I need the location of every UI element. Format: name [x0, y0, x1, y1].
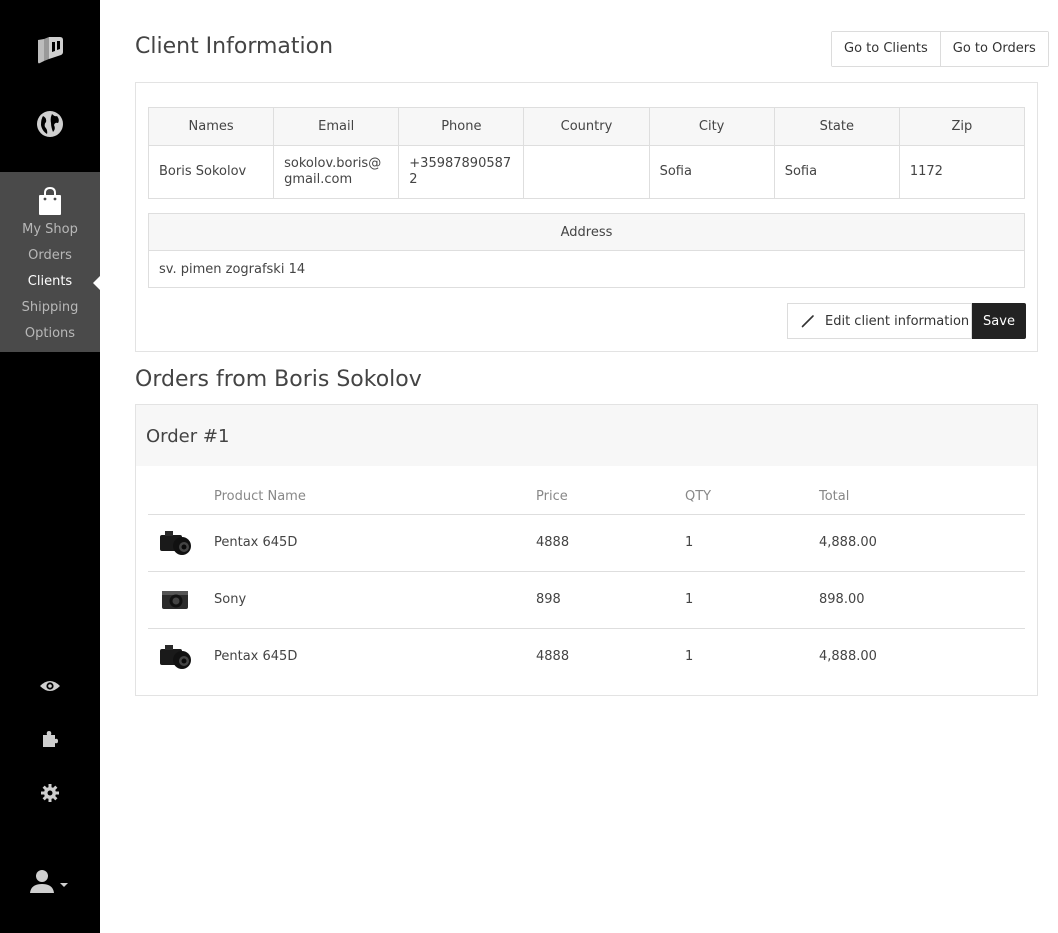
sidebar-item-options[interactable]: Options [0, 325, 100, 343]
column-header-price: Price [536, 480, 685, 515]
product-total: 898.00 [819, 571, 1025, 629]
eye-icon[interactable] [0, 671, 100, 701]
column-header-names: Names [147, 107, 275, 146]
product-price: 898 [536, 571, 685, 629]
client-info-table: Names Email Phone Country City State Zip… [147, 107, 1026, 199]
camera-icon [162, 590, 188, 609]
client-address-table: Address sv. pimen zografski 14 [148, 213, 1025, 288]
order-products-table: Product Name Price QTY Total Pentax 645D… [148, 480, 1025, 685]
go-to-orders-button[interactable]: Go to Orders [939, 32, 1048, 66]
client-info-header-row: Names Email Phone Country City State Zip [147, 107, 1026, 146]
product-name: Sony [214, 571, 536, 629]
product-total: 4,888.00 [819, 649, 877, 665]
table-row[interactable]: Pentax 645D 4888 1 4,888.00 [148, 628, 1025, 685]
product-qty: 1 [685, 649, 694, 665]
client-zip: 1172 [898, 145, 1026, 199]
camera-icon [160, 644, 191, 669]
client-name: Boris Sokolov [147, 145, 275, 199]
puzzle-icon[interactable] [0, 724, 100, 754]
orders-title: Orders from Boris Sokolov [135, 367, 422, 392]
edit-client-button[interactable]: Edit client information [787, 303, 972, 339]
product-total: 4,888.00 [819, 514, 1025, 572]
go-to-clients-button[interactable]: Go to Clients [832, 32, 940, 66]
product-price: 4888 [536, 514, 685, 572]
client-address: sv. pimen zografski 14 [148, 250, 1025, 288]
active-indicator [93, 276, 100, 290]
product-qty: 1 [685, 571, 819, 629]
sidebar-item-clients[interactable]: Clients [0, 273, 100, 291]
column-header-zip: Zip [898, 107, 1026, 146]
column-header-product-name: Product Name [214, 480, 536, 515]
column-header-email: Email [273, 107, 400, 146]
shop-menu: My Shop Orders Clients Shipping Options [0, 172, 100, 352]
column-header-country: Country [523, 107, 650, 146]
product-name: Pentax 645D [214, 514, 536, 572]
order-header: Order #1 [136, 405, 1037, 466]
product-thumbnail [148, 571, 214, 629]
sidebar-item-orders[interactable]: Orders [0, 247, 100, 265]
column-header-state: State [773, 107, 900, 146]
shopping-bag-icon[interactable] [0, 186, 100, 218]
client-info-row: Boris Sokolov sokolov.boris@gmail.com +3… [147, 145, 1026, 199]
client-city: Sofia [648, 145, 775, 199]
book-logo-icon[interactable] [0, 28, 100, 72]
pencil-icon [801, 314, 815, 328]
column-header-address: Address [148, 213, 1025, 251]
column-header-city: City [648, 107, 775, 146]
product-qty: 1 [685, 514, 819, 572]
camera-icon [160, 530, 191, 555]
sidebar: My Shop Orders Clients Shipping Options [0, 0, 100, 933]
column-header-image [148, 480, 214, 515]
client-country [523, 145, 650, 199]
client-phone: +359878905872 [398, 145, 525, 199]
column-header-phone: Phone [398, 107, 525, 146]
navigation-button-group: Go to Clients Go to Orders [831, 31, 1049, 67]
table-row[interactable]: Sony 898 1 898.00 [148, 571, 1025, 629]
gear-icon[interactable] [0, 778, 100, 808]
page-title: Client Information [135, 34, 334, 59]
column-header-qty: QTY [685, 480, 819, 515]
globe-icon[interactable] [0, 103, 100, 145]
table-row[interactable]: Pentax 645D 4888 1 4,888.00 [148, 514, 1025, 572]
user-icon[interactable] [0, 866, 100, 896]
client-info-panel: Names Email Phone Country City State Zip… [135, 82, 1038, 352]
sidebar-item-shipping[interactable]: Shipping [0, 299, 100, 317]
save-button[interactable]: Save [972, 303, 1026, 339]
product-thumbnail [148, 514, 214, 572]
sidebar-item-my-shop[interactable]: My Shop [0, 221, 100, 239]
edit-client-label: Edit client information [825, 313, 970, 329]
client-email: sokolov.boris@gmail.com [273, 145, 400, 199]
client-state: Sofia [773, 145, 900, 199]
order-panel: Order #1 Product Name Price QTY Total Pe… [135, 404, 1038, 696]
product-thumbnail [148, 628, 214, 685]
order-title: Order #1 [146, 426, 230, 447]
product-name: Pentax 645D [214, 649, 298, 665]
product-price: 4888 [536, 649, 570, 665]
products-header-row: Product Name Price QTY Total [148, 480, 1025, 515]
column-header-total: Total [819, 480, 1025, 515]
